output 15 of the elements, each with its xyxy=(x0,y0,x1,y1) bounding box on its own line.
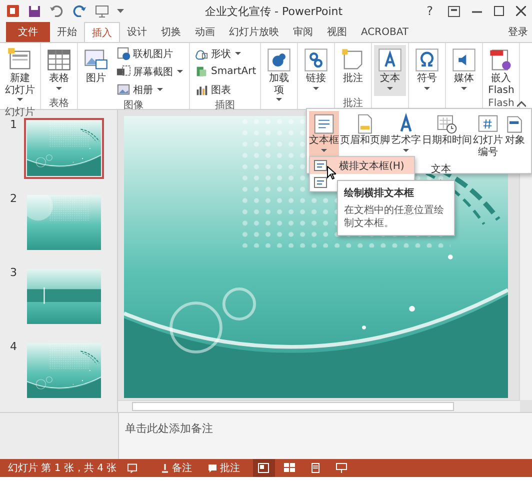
window-title: 企业文化宣传 - PowerPoint xyxy=(204,4,344,18)
slide-number: 2 xyxy=(10,192,18,205)
group-label: 图像 xyxy=(124,100,144,111)
group-label: 批注 xyxy=(343,98,364,109)
slide-counter: 幻灯片 第 1 张，共 4 张 xyxy=(8,462,117,475)
group-label: 表格 xyxy=(49,98,69,109)
group-label: 幻灯片 xyxy=(5,107,35,118)
group-label: 文本 xyxy=(431,162,451,176)
tooltip-title: 绘制横排文本框 xyxy=(344,186,415,200)
group-label: Flash xyxy=(488,98,514,109)
slide-number: 4 xyxy=(10,340,18,353)
group-label: 插图 xyxy=(215,100,236,111)
slide-number: 1 xyxy=(10,118,18,131)
tooltip-text: 在文档中的任意位置绘制文本框。 xyxy=(344,204,445,230)
slide-number: 3 xyxy=(10,266,18,279)
